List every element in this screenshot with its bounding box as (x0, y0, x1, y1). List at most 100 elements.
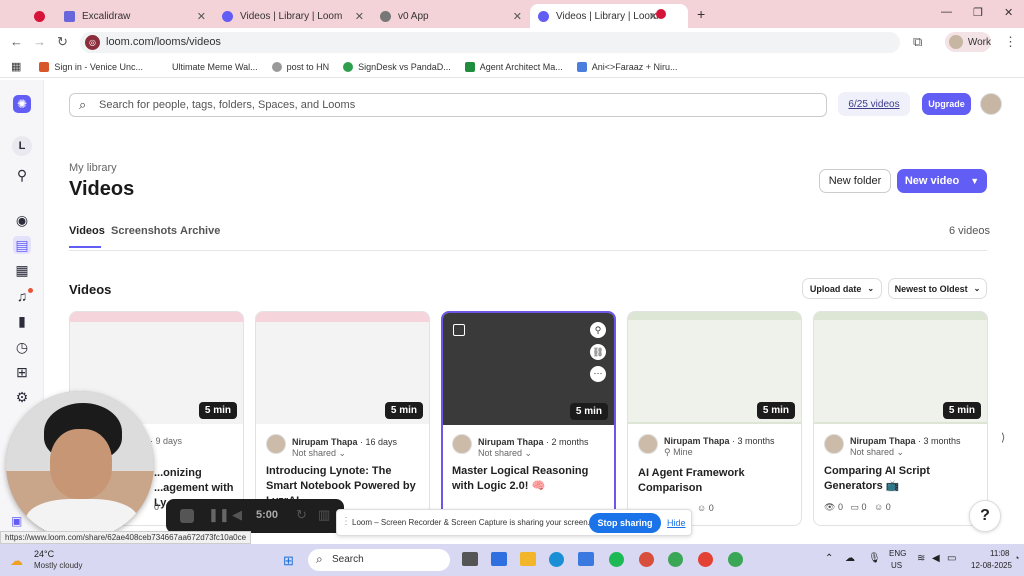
calendar-icon[interactable]: ▦ (13, 261, 31, 279)
spotify-icon[interactable] (609, 552, 624, 567)
tray-chevron-icon[interactable]: ⌃ (825, 553, 833, 564)
tab-pinned-loom[interactable] (26, 4, 54, 28)
select-checkbox[interactable] (453, 324, 465, 336)
close-icon[interactable]: ✕ (355, 10, 364, 23)
share-status[interactable]: Not shared ⌄ (850, 447, 904, 458)
weather-icon[interactable]: ☁ (10, 553, 23, 569)
share-status[interactable]: ⚲ Mine (664, 447, 693, 458)
app-icon[interactable] (639, 552, 654, 567)
user-avatar[interactable] (980, 93, 1002, 115)
camera-icon[interactable]: ▣ (11, 514, 22, 528)
site-info-icon[interactable]: ◎ (85, 35, 100, 50)
clock-icon[interactable]: ◷ (13, 338, 31, 356)
wifi-icon[interactable]: ≋ (917, 553, 925, 564)
task-view-icon[interactable] (462, 552, 478, 566)
drag-handle-icon[interactable]: ⋮ (341, 516, 351, 527)
mic-icon[interactable]: 🎙 (868, 553, 881, 564)
video-title[interactable]: Master Logical Reasoning with Logic 2.0!… (452, 464, 606, 494)
bookmark-item[interactable]: Agent Architect Ma... (464, 61, 563, 72)
taskbar-search[interactable]: ⌕ Search (308, 549, 450, 571)
minimize-icon[interactable]: — (941, 6, 952, 18)
new-folder-button[interactable]: New folder (819, 169, 891, 193)
link-icon[interactable]: ⛓ (590, 344, 606, 360)
more-options-icon[interactable]: ⋯ (590, 366, 606, 382)
profile-button[interactable]: Work (945, 32, 991, 52)
scroll-right-icon[interactable]: ⟩ (1001, 431, 1005, 444)
app-icon[interactable] (491, 552, 507, 566)
apps-grid-icon[interactable]: ▦ (11, 60, 21, 73)
bookmark-item[interactable]: Ani<>Faraaz + Niru... (576, 61, 678, 72)
sort-order-dropdown[interactable]: Newest to Oldest ⌄ (888, 278, 987, 299)
upgrade-button[interactable]: Upgrade (922, 93, 971, 115)
stop-sharing-button[interactable]: Stop sharing (589, 513, 661, 533)
bookmark-icon[interactable]: ▮ (13, 312, 31, 330)
maximize-icon[interactable]: ❐ (973, 6, 983, 19)
video-title[interactable]: AI Agent Framework Comparison (638, 466, 793, 496)
volume-icon[interactable]: ◀ (932, 553, 940, 564)
share-status[interactable]: Not shared ⌄ (478, 448, 532, 459)
search-input[interactable]: ⌕ Search for people, tags, folders, Spac… (69, 93, 827, 117)
library-icon[interactable]: ▤ (13, 236, 31, 254)
gift-icon[interactable]: ⊞ (13, 363, 31, 381)
menu-kebab-icon[interactable]: ⋮ (1004, 34, 1017, 50)
breadcrumb[interactable]: My library (69, 162, 117, 174)
bookmark-item[interactable]: Ultimate Meme Wal... (157, 62, 258, 72)
bookmark-item[interactable]: Sign in - Venice Unc... (39, 61, 143, 72)
battery-icon[interactable]: ▭ (947, 553, 956, 564)
loom-logo-icon[interactable]: ✺ (13, 95, 31, 113)
video-thumbnail[interactable]: 5 min (814, 312, 987, 424)
windows-start-icon[interactable]: ⊞ (283, 553, 294, 569)
video-thumbnail[interactable]: 5 min (256, 312, 429, 424)
reload-icon[interactable]: ↻ (57, 34, 68, 50)
extensions-icon[interactable]: ⧉ (913, 34, 922, 50)
tab-loom-library[interactable]: Videos | Library | Loom ✕ (214, 4, 372, 28)
address-bar[interactable]: ◎ loom.com/looms/videos (80, 32, 900, 53)
new-video-button[interactable]: New video ▼ (897, 169, 987, 193)
store-icon[interactable] (578, 552, 594, 566)
cloud-icon[interactable]: ☁ (845, 553, 855, 564)
tab-v0-app[interactable]: v0 App ✕ (372, 4, 530, 28)
share-user-icon[interactable]: ⚲ (590, 322, 606, 338)
file-explorer-icon[interactable] (520, 552, 536, 566)
bookmark-item[interactable]: post to HN (271, 61, 329, 72)
video-thumbnail[interactable]: ⚲ ⛓ ⋯ 5 min (443, 313, 614, 425)
chrome-icon[interactable] (728, 552, 743, 567)
notification-icon[interactable]: ◔ (1014, 553, 1019, 563)
video-title[interactable]: Comparing AI Script Generators 📺 (824, 464, 979, 494)
stop-record-icon[interactable] (180, 509, 194, 523)
video-quota-button[interactable]: 6/25 videos (838, 92, 910, 116)
tab-screenshots[interactable]: Screenshots (111, 225, 177, 237)
trash-icon[interactable]: ▥ (318, 507, 330, 523)
language-code[interactable]: ENG (889, 549, 906, 558)
workspace-avatar[interactable]: L (12, 136, 32, 156)
person-circle-icon[interactable]: ◉ (13, 211, 31, 229)
sort-field-dropdown[interactable]: Upload date ⌄ (802, 278, 882, 299)
mute-icon[interactable]: ◀ (232, 507, 242, 523)
restart-icon[interactable]: ↻ (296, 507, 307, 523)
tab-videos[interactable]: Videos (69, 225, 105, 237)
loom-icon (222, 10, 233, 22)
forward-icon[interactable]: → (33, 34, 46, 49)
close-icon[interactable]: ✕ (197, 10, 206, 23)
video-card[interactable]: 5 min Nirupam Thapa · 3 months Not share… (813, 311, 988, 526)
video-card-selected[interactable]: ⚲ ⛓ ⋯ 5 min Nirupam Thapa · 2 months Not… (441, 311, 616, 526)
webcam-bubble[interactable] (6, 391, 154, 539)
share-status[interactable]: Not shared ⌄ (292, 448, 346, 459)
help-button[interactable]: ? (969, 500, 1001, 532)
video-card[interactable]: 5 min Nirupam Thapa · 16 days Not shared… (255, 311, 430, 526)
new-tab-icon[interactable]: + (697, 6, 705, 22)
pause-icon[interactable]: ❚❚ (208, 507, 230, 523)
back-icon[interactable]: ← (10, 34, 23, 49)
edge-icon[interactable] (549, 552, 564, 567)
close-window-icon[interactable]: ✕ (1004, 6, 1013, 19)
hide-link[interactable]: Hide (667, 518, 686, 528)
close-icon[interactable]: ✕ (513, 10, 522, 23)
video-thumbnail[interactable]: 5 min (628, 312, 801, 424)
chrome-icon[interactable] (668, 552, 683, 567)
chrome-icon[interactable] (698, 552, 713, 567)
bookmark-item[interactable]: SignDesk vs PandaD... (343, 61, 451, 72)
tab-excalidraw[interactable]: Excalidraw ✕ (56, 4, 214, 28)
tab-archive[interactable]: Archive (180, 225, 220, 237)
add-user-icon[interactable]: ⚲ (13, 166, 31, 184)
video-card[interactable]: 5 min Nirupam Thapa · 3 months ⚲ Mine AI… (627, 311, 802, 526)
